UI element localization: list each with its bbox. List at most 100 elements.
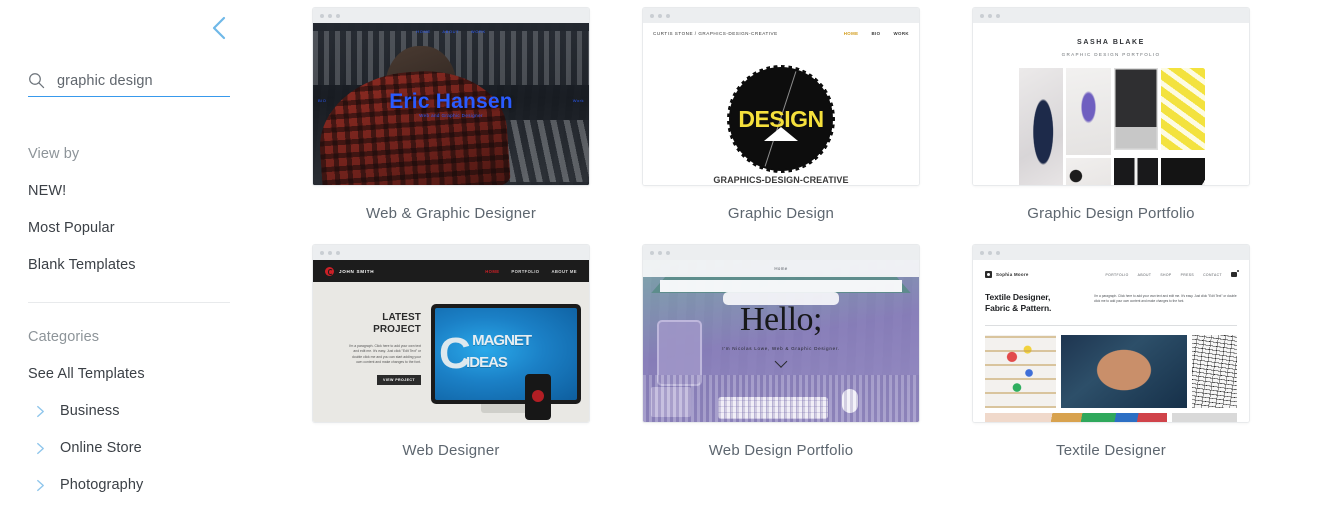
sidebar-item-most-popular[interactable]: Most Popular bbox=[28, 210, 230, 247]
brand-name: JOHN SMITH bbox=[339, 268, 375, 274]
preview-nav-item: WORK bbox=[893, 31, 909, 36]
template-card[interactable]: JOHN SMITH HOME PORTFOLIO ABOUT ME LATES… bbox=[312, 244, 590, 481]
template-gallery-page: graphic design View by NEW! Most Popular… bbox=[0, 0, 1329, 509]
window-dot-icon bbox=[650, 250, 654, 255]
template-preview[interactable]: Home Hello; I'm Nicolas Lowe, Web & Grap… bbox=[642, 244, 920, 423]
preview-viewport: CURTIS STONE / GRAPHICS-DESIGN-CREATIVE … bbox=[643, 23, 919, 185]
portfolio-thumb bbox=[1066, 158, 1111, 185]
preview-divider bbox=[985, 325, 1237, 326]
preview-viewport: HOME ABOUT WORK BIO Work Eric Hansen Web… bbox=[313, 23, 589, 185]
browser-chrome-bar bbox=[973, 8, 1249, 23]
sidebar-divider bbox=[28, 302, 230, 303]
preview-nav-item: HOME bbox=[485, 268, 500, 274]
template-card[interactable]: CURTIS STONE / GRAPHICS-DESIGN-CREATIVE … bbox=[642, 7, 920, 244]
portfolio-thumb bbox=[985, 413, 1167, 422]
window-dot-icon bbox=[996, 13, 1000, 18]
sidebar-category-online-store[interactable]: Online Store bbox=[28, 430, 230, 467]
preview-nav-item: HOME bbox=[416, 29, 431, 34]
preview-nav-item: PORTFOLIO bbox=[511, 268, 540, 274]
sidebar-item-new[interactable]: NEW! bbox=[28, 173, 230, 210]
template-card[interactable]: Sophia Moore PORTFOLIO ABOUT SHOP PRESS … bbox=[972, 244, 1250, 481]
window-dot-icon bbox=[336, 250, 340, 255]
portfolio-thumb bbox=[1160, 158, 1205, 185]
monitor-stand bbox=[481, 404, 529, 413]
window-dot-icon bbox=[328, 13, 332, 18]
browser-chrome-bar bbox=[643, 8, 919, 23]
template-title: Graphic Design Portfolio bbox=[1027, 205, 1195, 222]
window-dot-icon bbox=[996, 250, 1000, 255]
chevron-right-icon bbox=[37, 442, 44, 455]
preview-hero-text: Hello; bbox=[740, 301, 822, 338]
portfolio-thumb bbox=[1192, 335, 1237, 408]
monitor-mockup: C MAGNET IDEAS bbox=[431, 304, 581, 404]
template-title: Web Design Portfolio bbox=[708, 442, 854, 459]
sidebar-category-label: Photography bbox=[60, 477, 144, 493]
preview-header: JOHN SMITH HOME PORTFOLIO ABOUT ME bbox=[313, 260, 589, 282]
preview-nav: PORTFOLIO ABOUT SHOP PRESS CONTACT bbox=[1105, 270, 1239, 277]
template-card[interactable]: Home Hello; I'm Nicolas Lowe, Web & Grap… bbox=[642, 244, 920, 481]
browser-chrome-bar bbox=[973, 245, 1249, 260]
window-dot-icon bbox=[666, 13, 670, 18]
desk-surface bbox=[643, 375, 919, 422]
window-dot-icon bbox=[650, 13, 654, 18]
preview-nav-item: Home bbox=[774, 266, 788, 271]
preview-brand: Sophia Moore bbox=[985, 271, 1029, 278]
preview-nav-item: PRESS bbox=[1180, 272, 1195, 277]
view-by-label: View by bbox=[28, 146, 80, 162]
brand-name: Sophia Moore bbox=[996, 272, 1029, 277]
preview-cta-button: VIEW PROJECT bbox=[377, 374, 421, 385]
window-dot-icon bbox=[988, 13, 992, 18]
portfolio-thumb bbox=[1113, 68, 1158, 150]
search-input-value[interactable]: graphic design bbox=[57, 73, 153, 89]
portfolio-thumb bbox=[1066, 68, 1111, 155]
window-dot-icon bbox=[666, 250, 670, 255]
template-preview[interactable]: HOME ABOUT WORK BIO Work Eric Hansen Web… bbox=[312, 7, 590, 186]
template-title: Graphic Design bbox=[727, 205, 835, 222]
preview-nav-item: ABOUT bbox=[442, 29, 460, 34]
template-preview[interactable]: CURTIS STONE / GRAPHICS-DESIGN-CREATIVE … bbox=[642, 7, 920, 186]
template-grid-area: HOME ABOUT WORK BIO Work Eric Hansen Web… bbox=[248, 0, 1329, 509]
portfolio-thumb bbox=[1113, 158, 1158, 185]
window-dot-icon bbox=[658, 13, 662, 18]
chevron-right-icon bbox=[37, 479, 44, 492]
screen-wordmark: MAGNET IDEAS bbox=[442, 330, 532, 374]
preview-nav-item: BIO bbox=[871, 31, 881, 36]
preview-name: SASHA BLAKE bbox=[1077, 39, 1145, 46]
sidebar-nav: View by NEW! Most Popular Blank Template… bbox=[28, 136, 230, 504]
template-card[interactable]: SASHA BLAKE GRAPHIC DESIGN PORTFOLIO Gra… bbox=[972, 7, 1250, 244]
preview-nav-item: PORTFOLIO bbox=[1105, 272, 1129, 277]
sidebar-category-photography[interactable]: Photography bbox=[28, 467, 230, 504]
logo-icon bbox=[985, 271, 992, 278]
window-dot-icon bbox=[336, 13, 340, 18]
preview-nav-item: HOME bbox=[843, 31, 859, 36]
template-preview[interactable]: SASHA BLAKE GRAPHIC DESIGN PORTFOLIO bbox=[972, 7, 1250, 186]
portfolio-thumb bbox=[1019, 68, 1064, 185]
preview-header: Sophia Moore PORTFOLIO ABOUT SHOP PRESS … bbox=[985, 260, 1239, 278]
browser-chrome-bar bbox=[313, 8, 589, 23]
preview-nav-item: ABOUT bbox=[1137, 272, 1152, 277]
preview-paragraph: I'm a paragraph. Click here to add your … bbox=[348, 344, 421, 365]
preview-nav: HOME PORTFOLIO ABOUT ME bbox=[485, 269, 577, 274]
preview-nav-item: WORK bbox=[470, 29, 486, 34]
preview-header: Home bbox=[643, 260, 919, 277]
portfolio-thumb bbox=[1061, 335, 1187, 408]
search-field[interactable]: graphic design bbox=[28, 72, 230, 97]
preview-paragraph: I'm a paragraph. Click here to add your … bbox=[1094, 294, 1237, 304]
template-preview[interactable]: Sophia Moore PORTFOLIO ABOUT SHOP PRESS … bbox=[972, 244, 1250, 423]
collapse-sidebar-button[interactable] bbox=[205, 14, 233, 42]
template-title: Web & Graphic Designer bbox=[365, 205, 537, 222]
sidebar-item-see-all-templates[interactable]: See All Templates bbox=[28, 356, 230, 393]
sidebar-item-blank-templates[interactable]: Blank Templates bbox=[28, 247, 230, 284]
template-preview[interactable]: JOHN SMITH HOME PORTFOLIO ABOUT ME LATES… bbox=[312, 244, 590, 423]
monitor-screen: C MAGNET IDEAS bbox=[435, 308, 577, 400]
preview-caption: GRAPHICS-DESIGN-CREATIVE bbox=[713, 175, 849, 185]
portfolio-thumb bbox=[1172, 413, 1237, 422]
preview-viewport: Home Hello; I'm Nicolas Lowe, Web & Grap… bbox=[643, 260, 919, 422]
preview-copy-block: LATEST PROJECT I'm a paragraph. Click he… bbox=[347, 312, 421, 386]
sidebar-category-label: Business bbox=[60, 403, 120, 419]
preview-nav-item: CONTACT bbox=[1203, 272, 1222, 277]
chevron-left-icon bbox=[212, 16, 225, 40]
template-card[interactable]: HOME ABOUT WORK BIO Work Eric Hansen Web… bbox=[312, 7, 590, 244]
chevron-right-icon bbox=[37, 405, 44, 418]
sidebar-category-business[interactable]: Business bbox=[28, 393, 230, 430]
